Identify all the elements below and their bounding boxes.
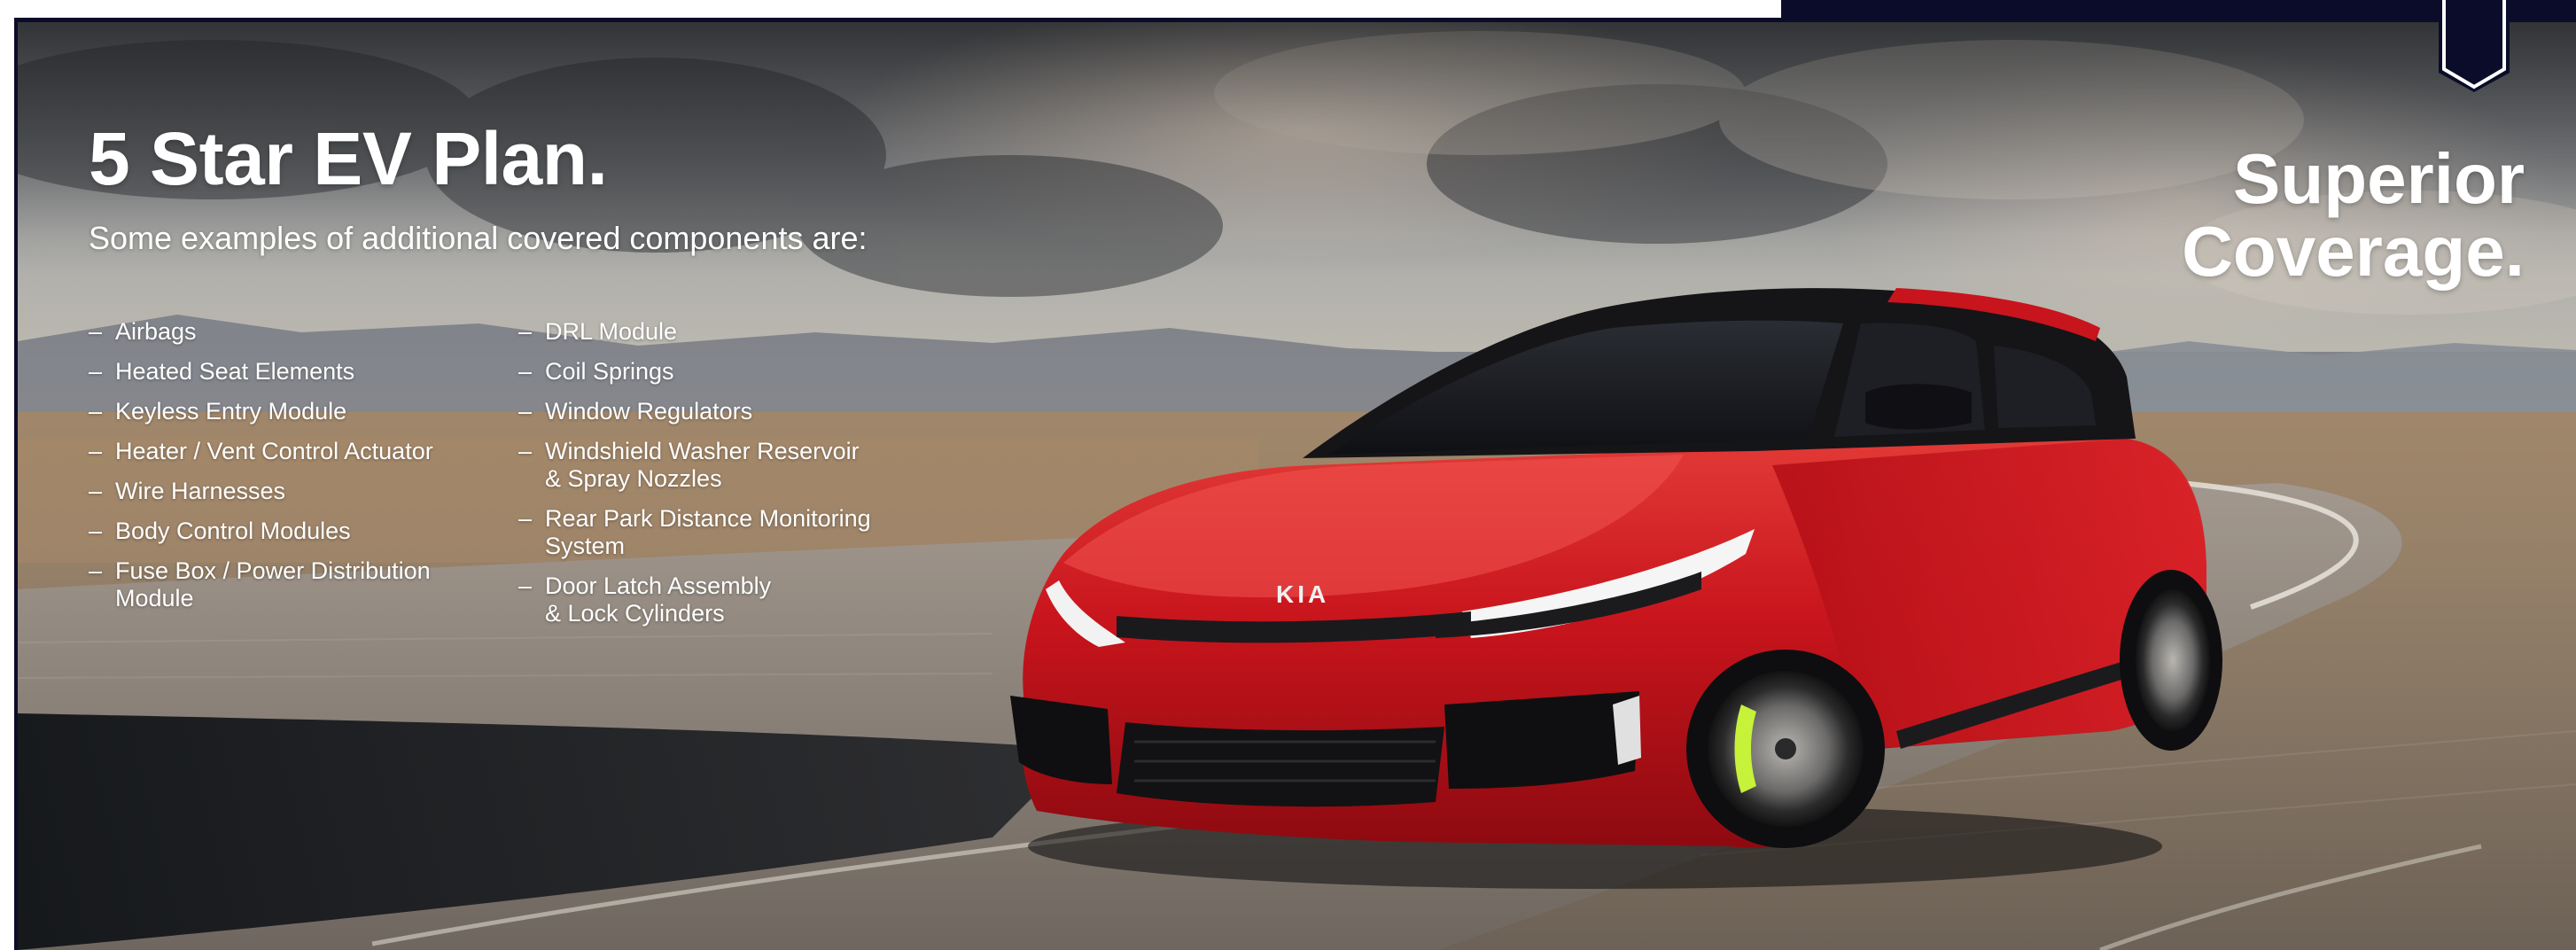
component-item: – Keyless Entry Module <box>89 398 487 425</box>
component-item: – Heater / Vent Control Actuator <box>89 438 487 465</box>
tagline-line-2: Coverage. <box>2182 212 2525 291</box>
components-list-column-1: – Airbags – Heated Seat Elements – Keyless En… <box>89 318 487 625</box>
component-label: Module <box>115 585 194 611</box>
component-item: – Fuse Box / Power Distribution Module <box>89 557 487 612</box>
component-label: Airbags <box>115 318 197 345</box>
component-label: Coil Springs <box>545 358 674 385</box>
bookmark-icon <box>2439 0 2510 92</box>
component-label: Rear Park Distance Monitoring <box>545 505 871 532</box>
component-item: – Window Regulators <box>518 398 961 425</box>
bullet-dash: – <box>89 318 103 345</box>
component-label: Wire Harnesses <box>115 478 286 504</box>
component-label: System <box>545 533 626 559</box>
component-item: – DRL Module <box>518 318 961 346</box>
kia-badge: KIA <box>1276 580 1329 608</box>
component-item: – Body Control Modules <box>89 518 487 545</box>
hero-photo-panel: KIA 5 Star EV Plan. Some examples of add… <box>14 18 2576 950</box>
bullet-dash: – <box>89 478 103 504</box>
component-item: – Airbags <box>89 318 487 346</box>
component-label: Heated Seat Elements <box>115 358 355 385</box>
bullet-dash: – <box>518 572 533 599</box>
component-label: & Spray Nozzles <box>545 465 722 492</box>
tagline-line-1: Superior <box>2233 139 2525 218</box>
page-title: 5 Star EV Plan. <box>89 117 608 200</box>
component-label: DRL Module <box>545 318 678 345</box>
component-label: Body Control Modules <box>115 518 351 544</box>
component-item: – Wire Harnesses <box>89 478 487 505</box>
component-item: – Heated Seat Elements <box>89 358 487 385</box>
component-item: – Door Latch Assembly & Lock Cylinders <box>518 572 961 627</box>
component-label: Door Latch Assembly <box>545 572 772 599</box>
bullet-dash: – <box>518 358 533 385</box>
bullet-dash: – <box>89 358 103 385</box>
component-label: Heater / Vent Control Actuator <box>115 438 433 464</box>
bullet-dash: – <box>89 557 103 584</box>
component-label: Windshield Washer Reservoir <box>545 438 860 464</box>
bullet-dash: – <box>518 438 533 464</box>
bullet-dash: – <box>518 398 533 424</box>
bullet-dash: – <box>89 438 103 464</box>
bullet-dash: – <box>518 505 533 532</box>
page-subtitle: Some examples of additional covered comp… <box>89 220 868 256</box>
component-label: Keyless Entry Module <box>115 398 347 424</box>
components-list-column-2: – DRL Module – Coil Springs – Window Regulato… <box>518 318 961 640</box>
component-label: & Lock Cylinders <box>545 600 725 627</box>
component-item: – Windshield Washer Reservoir & Spray Nozz… <box>518 438 961 493</box>
brochure-page: KIA 5 Star EV Plan. Some examples of add… <box>0 0 2576 950</box>
component-item: – Rear Park Distance Monitoring System <box>518 505 961 560</box>
bullet-dash: – <box>518 318 533 345</box>
tagline: Superior Coverage. <box>2182 143 2525 288</box>
component-label: Fuse Box / Power Distribution <box>115 557 431 584</box>
bullet-dash: – <box>89 518 103 544</box>
component-item: – Coil Springs <box>518 358 961 385</box>
component-label: Window Regulators <box>545 398 753 424</box>
bullet-dash: – <box>89 398 103 424</box>
